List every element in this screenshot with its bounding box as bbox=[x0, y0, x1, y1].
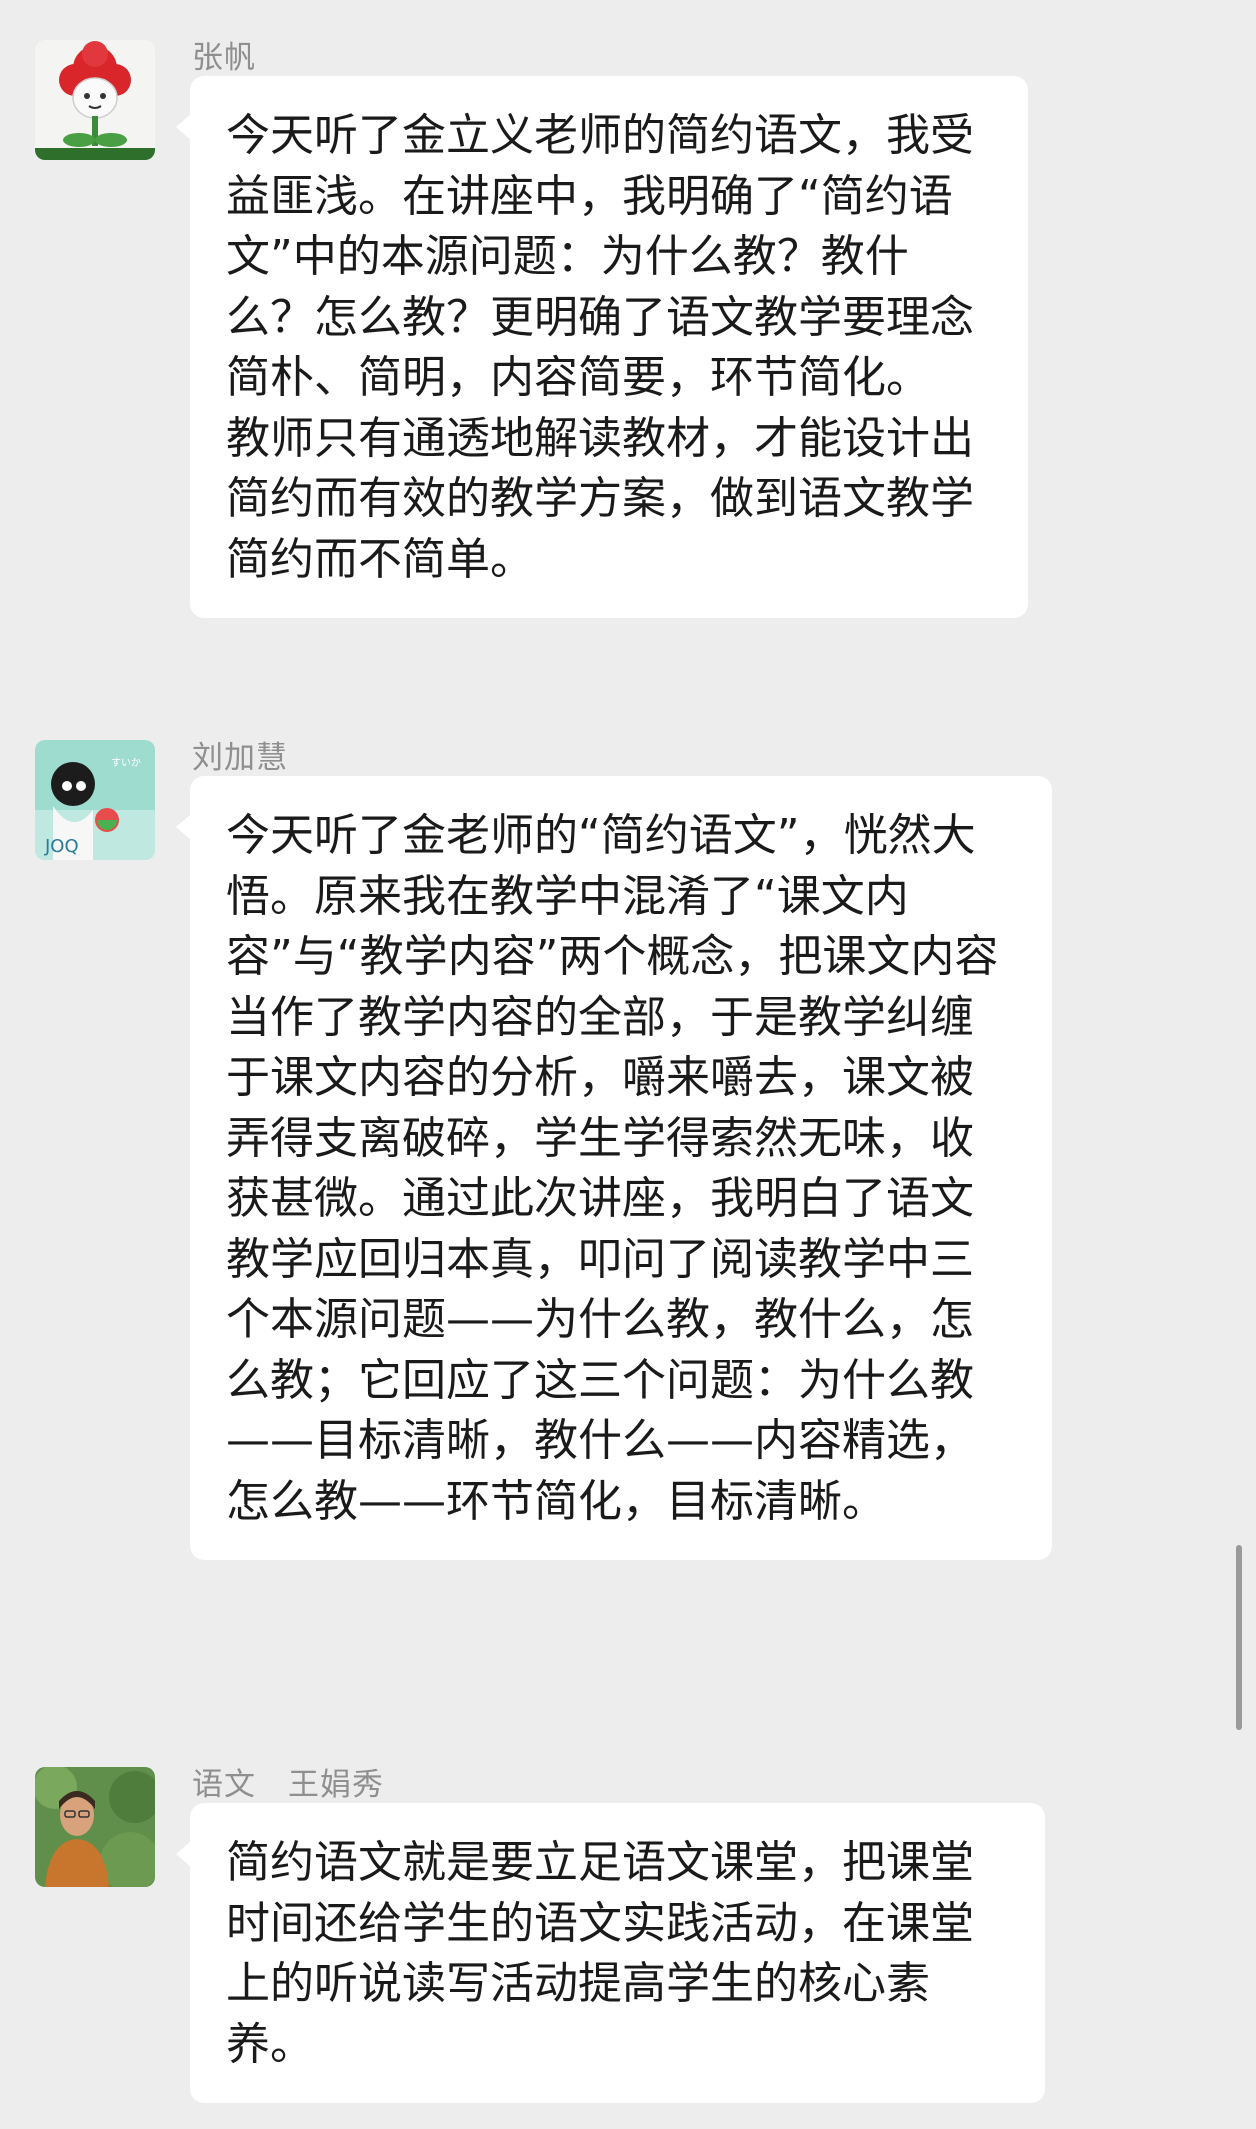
sender-name: 张帆 bbox=[192, 40, 256, 76]
svg-text:JOQ: JOQ bbox=[44, 836, 79, 857]
message-bubble[interactable]: 简约语文就是要立足语文课堂，把课堂时间还给学生的语文实践活动，在课堂上的听说读写… bbox=[176, 1803, 1045, 2103]
avatar[interactable] bbox=[35, 1767, 155, 1887]
flower-avatar-icon bbox=[35, 40, 155, 160]
scrollbar[interactable] bbox=[1236, 1545, 1242, 1730]
message-text: 今天听了金立义老师的简约语文，我受益匪浅。在讲座中，我明确了“简约语文”中的本源… bbox=[226, 110, 974, 585]
cartoon-avatar-icon: すいか JOQ bbox=[35, 740, 155, 860]
sender-name: 刘加慧 bbox=[192, 740, 288, 776]
message-bubble[interactable]: 今天听了金老师的“简约语文”，恍然大悟。原来我在教学中混淆了“课文内容”与“教学… bbox=[176, 776, 1052, 1560]
message-text: 简约语文就是要立足语文课堂，把课堂时间还给学生的语文实践活动，在课堂上的听说读写… bbox=[226, 1837, 974, 2070]
photo-avatar-icon bbox=[35, 1767, 155, 1887]
avatar[interactable] bbox=[35, 40, 155, 160]
avatar[interactable]: すいか JOQ bbox=[35, 740, 155, 860]
message-bubble[interactable]: 今天听了金立义老师的简约语文，我受益匪浅。在讲座中，我明确了“简约语文”中的本源… bbox=[176, 76, 1028, 618]
message-text: 今天听了金老师的“简约语文”，恍然大悟。原来我在教学中混淆了“课文内容”与“教学… bbox=[226, 810, 999, 1527]
sender-name: 语文 王娟秀 bbox=[192, 1767, 384, 1803]
svg-text:すいか: すいか bbox=[111, 757, 141, 769]
